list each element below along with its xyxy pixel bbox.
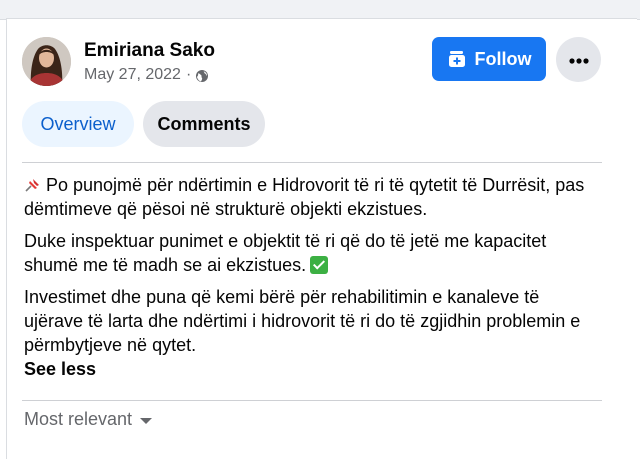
- comment-sort-dropdown[interactable]: Most relevant: [24, 409, 153, 430]
- post-paragraph-1-text: Po punojmë për ndërtimin e Hidrovorit të…: [24, 175, 585, 219]
- check-mark-icon: [310, 256, 329, 274]
- see-less-link[interactable]: See less: [24, 357, 96, 381]
- tab-overview[interactable]: Overview: [22, 101, 134, 147]
- tab-comments[interactable]: Comments: [143, 101, 265, 147]
- add-page-icon: [447, 49, 467, 69]
- post-paragraph-3-text: Investimet dhe puna që kemi bërë për reh…: [24, 287, 581, 355]
- divider: [22, 162, 602, 163]
- post-text: Po punojmë për ndërtimin e Hidrovorit të…: [24, 173, 594, 381]
- post-paragraph-3: Investimet dhe puna që kemi bërë për reh…: [24, 285, 594, 357]
- ellipsis-icon: [568, 51, 589, 69]
- pushpin-icon: [24, 174, 42, 192]
- avatar[interactable]: [22, 37, 71, 86]
- globe-icon: [195, 69, 209, 83]
- post-paragraph-1: Po punojmë për ndërtimin e Hidrovorit të…: [24, 173, 594, 221]
- follow-label: Follow: [474, 48, 532, 69]
- meta-separator: ·: [185, 66, 192, 83]
- post-paragraph-2-text: Duke inspektuar punimet e objektit të ri…: [24, 231, 547, 275]
- post-meta: May 27, 2022 ·: [84, 66, 209, 84]
- divider: [22, 400, 602, 401]
- top-edge: [0, 0, 640, 20]
- author-name[interactable]: Emiriana Sako: [84, 40, 215, 62]
- sort-label: Most relevant: [24, 409, 133, 429]
- more-options-button[interactable]: [556, 37, 601, 82]
- post-date[interactable]: May 27, 2022: [84, 66, 181, 84]
- post-paragraph-2: Duke inspektuar punimet e objektit të ri…: [24, 229, 594, 277]
- follow-button[interactable]: Follow: [432, 37, 546, 81]
- caret-down-icon: [140, 418, 153, 424]
